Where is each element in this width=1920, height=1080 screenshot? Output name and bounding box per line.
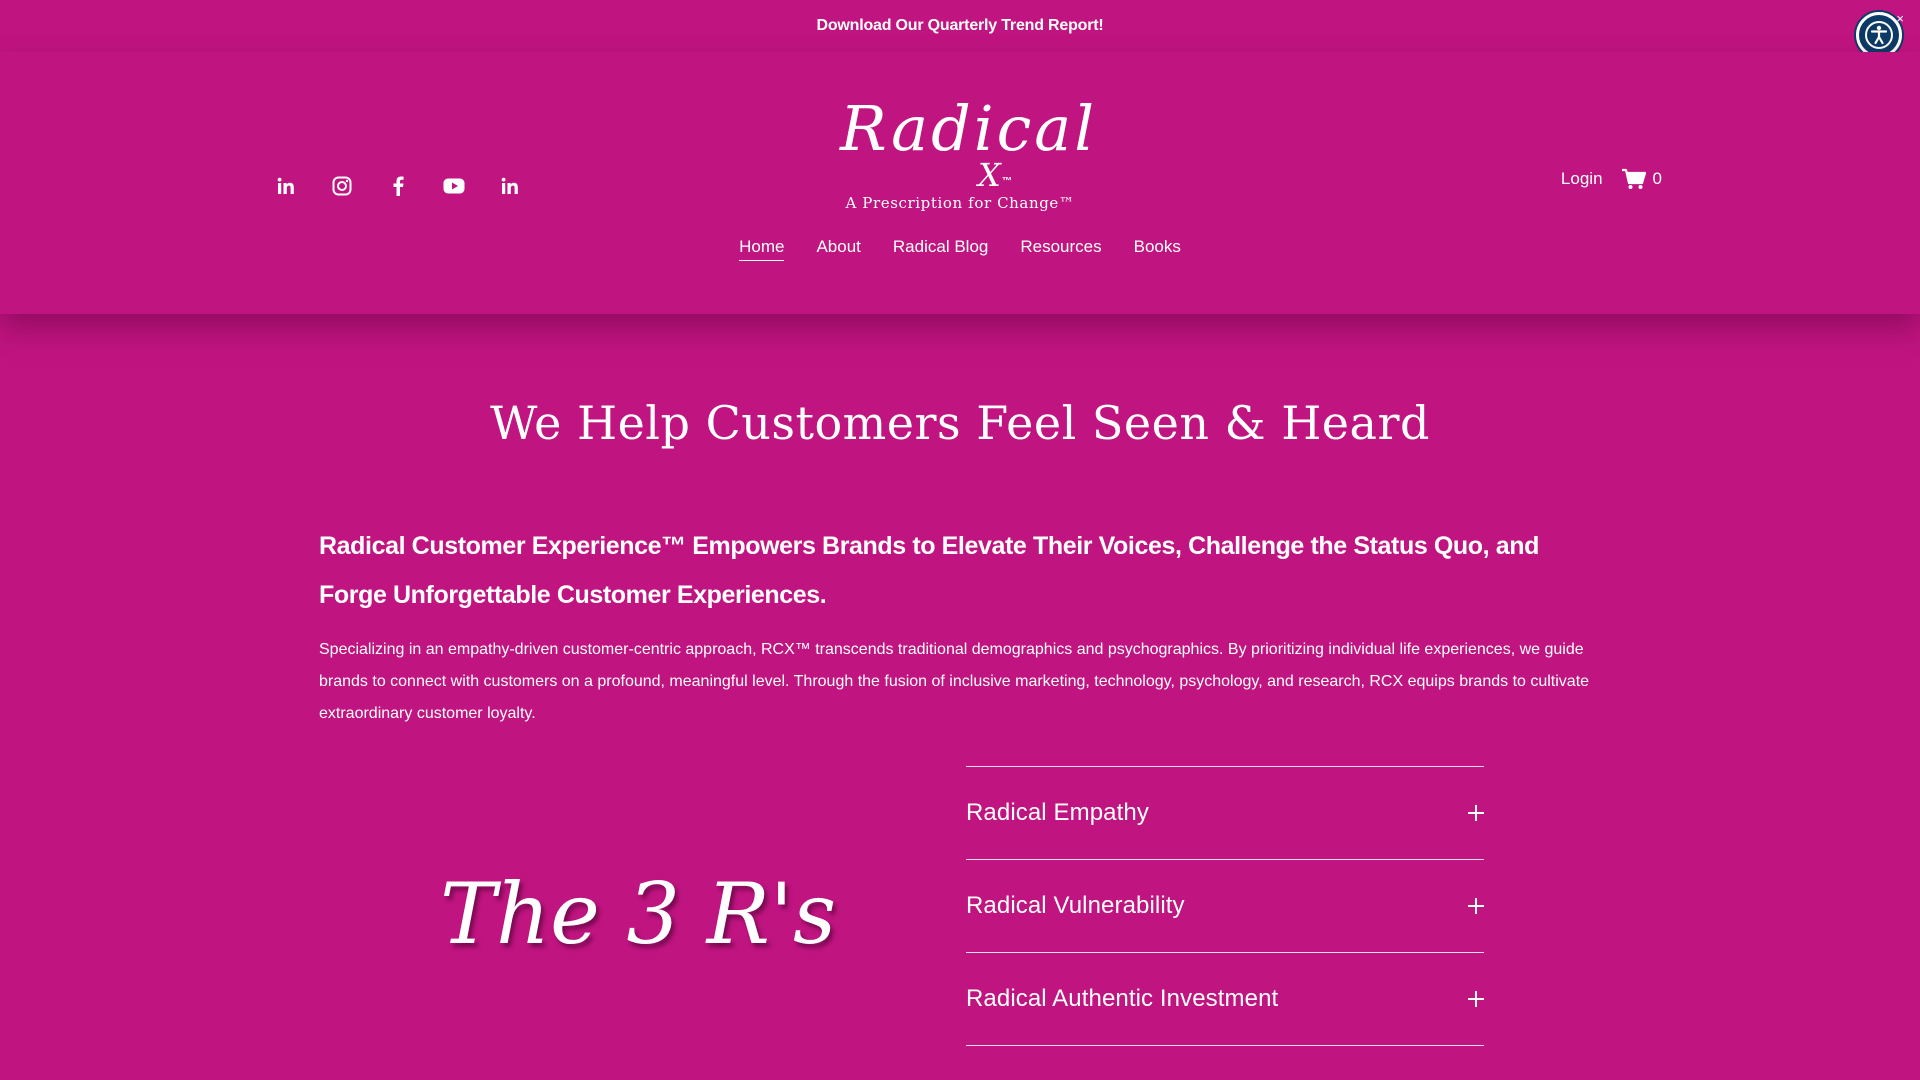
accordion-label: Radical Empathy: [966, 799, 1149, 826]
page-title: We Help Customers Feel Seen & Heard: [490, 396, 1430, 450]
announcement-link[interactable]: Download Our Quarterly Trend Report!: [816, 17, 1103, 35]
cart-button[interactable]: 0: [1621, 168, 1662, 190]
nav-radical-blog[interactable]: Radical Blog: [893, 237, 988, 261]
announcement-bar: Download Our Quarterly Trend Report!: [0, 0, 1920, 52]
intro-paragraph: Specializing in an empathy-driven custom…: [319, 641, 1590, 722]
linkedin-icon[interactable]: [482, 171, 538, 201]
nav-home[interactable]: Home: [739, 237, 785, 261]
nav-resources[interactable]: Resources: [1020, 237, 1101, 261]
three-rs-heading: The 3 R's: [440, 865, 837, 963]
facebook-icon[interactable]: [370, 171, 426, 201]
accordion-item-radical-empathy[interactable]: Radical Empathy: [966, 767, 1484, 860]
plus-icon: [1468, 898, 1484, 914]
plus-icon: [1468, 991, 1484, 1007]
cart-icon: [1621, 168, 1646, 189]
site-logo[interactable]: Radical X ™ A Prescription for Change™: [840, 92, 1098, 224]
logo-script: Radical: [840, 92, 1098, 165]
site-header: Radical X ™ A Prescription for Change™ L…: [0, 52, 1920, 314]
accessibility-icon: [1865, 21, 1893, 49]
linkedin-icon[interactable]: [258, 171, 314, 201]
login-link[interactable]: Login: [1561, 169, 1603, 189]
accordion-item-radical-vulnerability[interactable]: Radical Vulnerability: [966, 860, 1484, 953]
plus-icon: [1468, 805, 1484, 821]
logo-tagline: A Prescription for Change™: [845, 194, 1075, 212]
header-actions: Login 0: [1561, 168, 1662, 190]
accordion-label: Radical Authentic Investment: [966, 985, 1279, 1012]
cart-count: 0: [1652, 169, 1662, 188]
nav-about[interactable]: About: [816, 237, 860, 261]
accordion-label: Radical Vulnerability: [966, 892, 1185, 919]
accordion-item-radical-authentic-investment[interactable]: Radical Authentic Investment: [966, 953, 1484, 1046]
main-nav: Home About Radical Blog Resources Books: [0, 237, 1920, 261]
logo-x: X: [978, 156, 1001, 194]
logo-trademark: ™: [1002, 176, 1012, 187]
main-content: We Help Customers Feel Seen & Heard Radi…: [0, 314, 1920, 1080]
accessibility-close-icon[interactable]: ×: [1896, 12, 1904, 25]
accordion: Radical Empathy Radical Vulnerability Ra…: [966, 766, 1484, 1046]
instagram-icon[interactable]: [314, 171, 370, 201]
section-subtitle: Radical Customer Experience™ Empowers Br…: [319, 532, 1540, 609]
youtube-icon[interactable]: [426, 171, 482, 201]
social-links: [258, 171, 538, 201]
nav-books[interactable]: Books: [1134, 237, 1181, 261]
